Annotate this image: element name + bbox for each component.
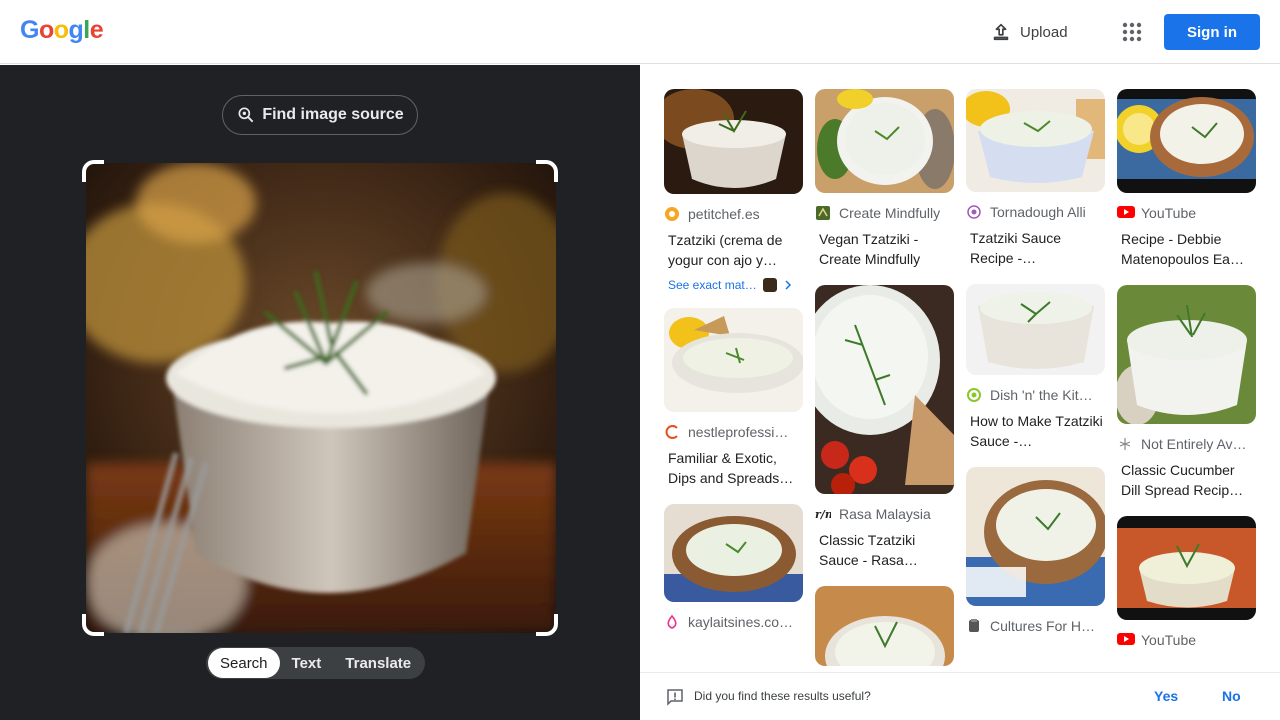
result-card[interactable]: Not Entirely Av… Classic Cucumber Dill S…: [1117, 285, 1256, 500]
result-thumbnail[interactable]: [815, 586, 954, 666]
nestle-favicon: [664, 424, 680, 440]
rasa-malaysia-favicon: r/m: [815, 506, 836, 522]
result-thumbnail[interactable]: [966, 284, 1105, 375]
result-thumbnail[interactable]: [1117, 285, 1256, 424]
result-thumbnail[interactable]: [815, 89, 954, 193]
result-source[interactable]: Tornadough Alli: [966, 204, 1105, 220]
top-bar: Google Upload Sign in: [0, 0, 1280, 64]
result-thumbnail[interactable]: [664, 89, 803, 194]
results-column-4: YouTube Recipe - Debbie Matenopoulos Ea……: [1117, 89, 1256, 664]
result-card[interactable]: YouTube: [1117, 516, 1256, 648]
youtube-favicon: [1117, 632, 1135, 648]
feedback-bar: Did you find these results useful? Yes N…: [640, 672, 1280, 720]
chevron-right-icon: [785, 280, 791, 290]
not-entirely-average-favicon: [1117, 436, 1133, 452]
result-title[interactable]: Tzatziki (crema de yogur con ajo y…: [668, 230, 803, 270]
result-thumbnail[interactable]: [664, 504, 803, 602]
result-thumbnail[interactable]: [966, 467, 1105, 606]
result-source[interactable]: r/m Rasa Malaysia: [815, 506, 954, 522]
tab-search[interactable]: Search: [208, 648, 280, 678]
crop-handle-top-right[interactable]: [536, 160, 558, 182]
result-source[interactable]: petitchef.es: [664, 206, 803, 222]
find-image-source-label: Find image source: [262, 106, 404, 123]
feedback-no-button[interactable]: No: [1222, 688, 1241, 704]
kaylaitsines-favicon: [664, 614, 680, 630]
query-image-panel: Find image source Search Text Translate: [0, 65, 640, 720]
feedback-icon: [667, 689, 683, 706]
result-card[interactable]: Tornadough Alli Tzatziki Sauce Recipe -…: [966, 89, 1105, 268]
svg-text:r/m: r/m: [815, 508, 831, 521]
result-title[interactable]: How to Make Tzatziki Sauce -…: [970, 411, 1105, 451]
result-card[interactable]: nestleprofessi… Familiar & Exotic, Dips …: [664, 308, 803, 488]
result-source[interactable]: Create Mindfully: [815, 205, 954, 221]
results-column-1: petitchef.es Tzatziki (crema de yogur co…: [664, 89, 803, 646]
sign-in-button[interactable]: Sign in: [1164, 14, 1260, 50]
result-thumbnail[interactable]: [966, 89, 1105, 192]
result-card[interactable]: YouTube Recipe - Debbie Matenopoulos Ea…: [1117, 89, 1256, 269]
find-image-source-button[interactable]: Find image source: [222, 95, 418, 135]
result-title[interactable]: Vegan Tzatziki - Create Mindfully: [819, 229, 954, 269]
result-card[interactable]: [815, 586, 954, 666]
see-exact-matches-link[interactable]: See exact mat…: [668, 278, 803, 292]
tab-translate[interactable]: Translate: [333, 648, 423, 678]
result-thumbnail[interactable]: [815, 285, 954, 494]
results-column-3: Tornadough Alli Tzatziki Sauce Recipe -……: [966, 89, 1105, 650]
dish-n-the-kitchen-favicon: [966, 387, 982, 403]
result-source[interactable]: YouTube: [1117, 632, 1256, 648]
query-image[interactable]: [86, 163, 556, 633]
result-source[interactable]: kaylaitsines.co…: [664, 614, 803, 630]
visual-matches-grid: petitchef.es Tzatziki (crema de yogur co…: [640, 65, 1280, 670]
cultures-for-health-favicon: [966, 618, 982, 634]
result-source[interactable]: YouTube: [1117, 205, 1256, 221]
upload-icon: [993, 23, 1009, 41]
result-source[interactable]: nestleprofessi…: [664, 424, 803, 440]
result-title[interactable]: Recipe - Debbie Matenopoulos Ea…: [1121, 229, 1256, 269]
results-column-2: Create Mindfully Vegan Tzatziki - Create…: [815, 89, 954, 670]
result-card[interactable]: Dish 'n' the Kit… How to Make Tzatziki S…: [966, 284, 1105, 451]
result-title[interactable]: Tzatziki Sauce Recipe -…: [970, 228, 1105, 268]
result-title[interactable]: Familiar & Exotic, Dips and Spreads…: [668, 448, 803, 488]
youtube-favicon: [1117, 205, 1135, 221]
result-card[interactable]: petitchef.es Tzatziki (crema de yogur co…: [664, 89, 803, 292]
google-logo[interactable]: Google: [20, 16, 104, 45]
upload-button[interactable]: Upload: [990, 18, 1068, 46]
lens-search-icon: [238, 107, 254, 123]
result-thumbnail[interactable]: [1117, 89, 1256, 193]
apps-grid-icon[interactable]: [1120, 20, 1144, 44]
result-card[interactable]: kaylaitsines.co…: [664, 504, 803, 630]
result-thumbnail[interactable]: [664, 308, 803, 412]
tab-text[interactable]: Text: [280, 648, 334, 678]
tornadough-favicon: [966, 204, 982, 220]
result-card[interactable]: r/m Rasa Malaysia Classic Tzatziki Sauce…: [815, 285, 954, 570]
result-card[interactable]: Cultures For H…: [966, 467, 1105, 634]
result-source[interactable]: Dish 'n' the Kit…: [966, 387, 1105, 403]
exact-match-thumb-icon: [762, 278, 777, 292]
crop-handle-bottom-left[interactable]: [82, 614, 104, 636]
upload-label: Upload: [1020, 23, 1068, 41]
result-title[interactable]: Classic Tzatziki Sauce - Rasa…: [819, 530, 954, 570]
petitchef-favicon: [664, 206, 680, 222]
mode-tabs: Search Text Translate: [206, 647, 426, 679]
result-thumbnail[interactable]: [1117, 516, 1256, 620]
result-title[interactable]: Classic Cucumber Dill Spread Recip…: [1121, 460, 1256, 500]
result-source[interactable]: Cultures For H…: [966, 618, 1105, 634]
feedback-question: Did you find these results useful?: [694, 689, 871, 703]
result-card[interactable]: Create Mindfully Vegan Tzatziki - Create…: [815, 89, 954, 269]
crop-handle-top-left[interactable]: [82, 160, 104, 182]
feedback-yes-button[interactable]: Yes: [1154, 688, 1178, 704]
create-mindfully-favicon: [815, 205, 831, 221]
result-source[interactable]: Not Entirely Av…: [1117, 436, 1256, 452]
